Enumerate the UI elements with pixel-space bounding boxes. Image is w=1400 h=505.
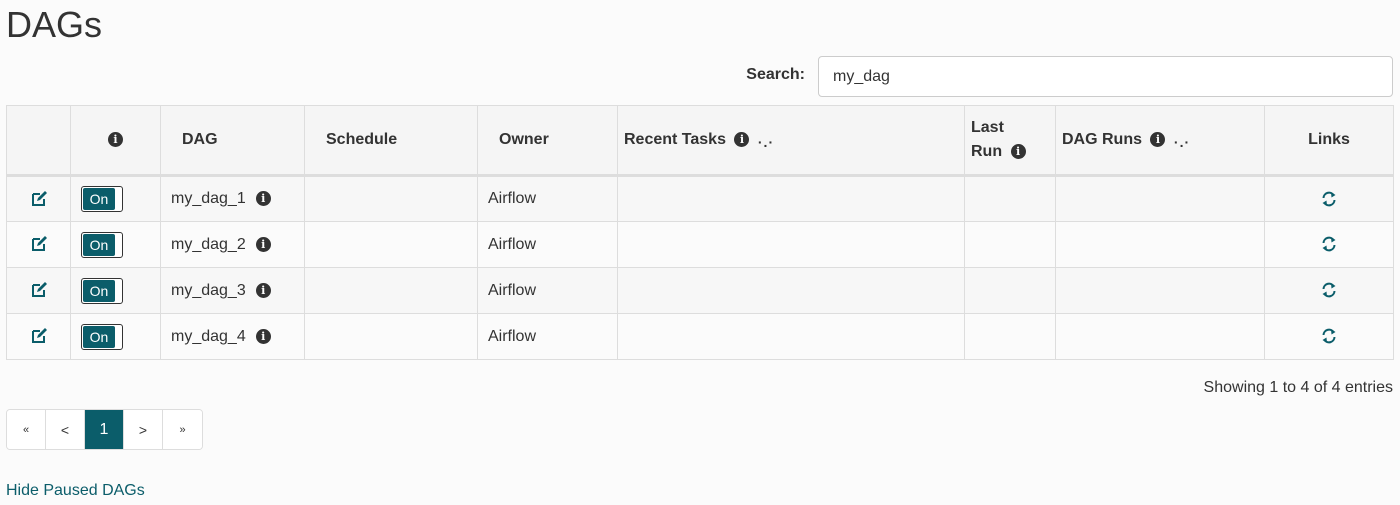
column-header-schedule[interactable]: Schedule bbox=[304, 105, 478, 177]
pause-toggle[interactable]: On bbox=[81, 231, 123, 258]
toggle-cell: On bbox=[70, 313, 161, 360]
dag-runs-cell bbox=[1055, 221, 1265, 268]
dags-table: i DAG Schedule Owner Recent Tasks i ·.· … bbox=[6, 105, 1394, 360]
info-icon[interactable]: i bbox=[255, 328, 271, 344]
pagination: « < 1 > » bbox=[6, 409, 203, 450]
pause-toggle[interactable]: On bbox=[81, 186, 123, 212]
edit-cell bbox=[6, 313, 71, 360]
schedule-cell bbox=[304, 175, 478, 222]
links-cell bbox=[1264, 221, 1394, 268]
links-cell bbox=[1264, 175, 1394, 222]
dag-cell: my_dag_2 i bbox=[160, 221, 305, 268]
refresh-icon[interactable] bbox=[1320, 235, 1338, 253]
refresh-icon[interactable] bbox=[1320, 190, 1338, 208]
schedule-cell bbox=[304, 267, 478, 314]
owner-cell: Airflow bbox=[477, 175, 618, 222]
recent-tasks-cell bbox=[617, 221, 965, 268]
pause-toggle[interactable]: On bbox=[81, 277, 123, 304]
table-row: On my_dag_1 i Airflow bbox=[6, 175, 1394, 222]
table-row: On my_dag_4 i Airflow bbox=[6, 313, 1394, 360]
dag-runs-cell bbox=[1055, 175, 1265, 222]
search-label: Search: bbox=[746, 66, 805, 83]
edit-icon[interactable] bbox=[30, 235, 48, 253]
loading-indicator-icon: ·.· bbox=[757, 133, 775, 150]
search-input[interactable] bbox=[818, 56, 1393, 97]
last-run-cell bbox=[964, 175, 1056, 222]
schedule-cell bbox=[304, 221, 478, 268]
edit-icon[interactable] bbox=[30, 190, 48, 208]
toggle-on-label: On bbox=[83, 279, 115, 302]
owner-cell: Airflow bbox=[477, 221, 618, 268]
column-header-dag-runs: DAG Runs i ·.· bbox=[1055, 105, 1265, 177]
entries-info: Showing 1 to 4 of 4 entries bbox=[1203, 379, 1393, 396]
dag-name-link[interactable]: my_dag_2 bbox=[171, 236, 246, 253]
owner-cell: Airflow bbox=[477, 313, 618, 360]
column-header-dag[interactable]: DAG bbox=[160, 105, 305, 177]
refresh-icon[interactable] bbox=[1320, 327, 1338, 345]
search-row: Search: bbox=[0, 56, 1393, 97]
last-run-cell bbox=[964, 221, 1056, 268]
info-icon[interactable]: i bbox=[734, 131, 750, 147]
column-header-owner[interactable]: Owner bbox=[477, 105, 618, 177]
hide-paused-dags-link[interactable]: Hide Paused DAGs bbox=[6, 482, 145, 500]
toggle-on-label: On bbox=[83, 188, 115, 210]
toggle-cell: On bbox=[70, 267, 161, 314]
dag-cell: my_dag_1 i bbox=[160, 175, 305, 222]
toggle-on-label: On bbox=[83, 325, 115, 348]
info-icon[interactable]: i bbox=[255, 282, 271, 298]
dag-runs-cell bbox=[1055, 313, 1265, 360]
info-icon[interactable]: i bbox=[1150, 131, 1166, 147]
table-header-row: i DAG Schedule Owner Recent Tasks i ·.· … bbox=[6, 105, 1394, 177]
toggle-cell: On bbox=[70, 175, 161, 222]
last-run-cell bbox=[964, 313, 1056, 360]
last-run-cell bbox=[964, 267, 1056, 314]
refresh-icon[interactable] bbox=[1320, 281, 1338, 299]
dag-cell: my_dag_3 i bbox=[160, 267, 305, 314]
edit-icon[interactable] bbox=[30, 327, 48, 345]
edit-icon[interactable] bbox=[30, 281, 48, 299]
recent-tasks-cell bbox=[617, 313, 965, 360]
links-cell bbox=[1264, 313, 1394, 360]
info-icon[interactable]: i bbox=[255, 236, 271, 252]
column-header-recent-tasks: Recent Tasks i ·.· bbox=[617, 105, 965, 177]
pause-toggle[interactable]: On bbox=[81, 323, 123, 350]
owner-cell: Airflow bbox=[477, 267, 618, 314]
dag-name-link[interactable]: my_dag_4 bbox=[171, 328, 246, 345]
dag-name-link[interactable]: my_dag_3 bbox=[171, 282, 246, 299]
info-icon[interactable]: i bbox=[255, 191, 271, 206]
edit-cell bbox=[6, 267, 71, 314]
recent-tasks-cell bbox=[617, 267, 965, 314]
pagination-first-button[interactable]: « bbox=[7, 410, 46, 449]
dag-name-link[interactable]: my_dag_1 bbox=[171, 190, 246, 207]
table-row: On my_dag_2 i Airflow bbox=[6, 221, 1394, 268]
toggle-on-label: On bbox=[83, 233, 115, 256]
pagination-page-1[interactable]: 1 bbox=[85, 410, 124, 449]
column-header-links: Links bbox=[1264, 105, 1394, 177]
schedule-cell bbox=[304, 313, 478, 360]
pagination-last-button[interactable]: » bbox=[163, 410, 202, 449]
edit-cell bbox=[6, 175, 71, 222]
page-title: DAGs bbox=[6, 4, 103, 45]
recent-tasks-cell bbox=[617, 175, 965, 222]
table-row: On my_dag_3 i Airflow bbox=[6, 267, 1394, 314]
dag-cell: my_dag_4 i bbox=[160, 313, 305, 360]
links-cell bbox=[1264, 267, 1394, 314]
info-icon[interactable]: i bbox=[1010, 144, 1026, 159]
pagination-next-button[interactable]: > bbox=[124, 410, 163, 449]
column-header-last-run: Last Run i bbox=[964, 105, 1056, 177]
info-icon[interactable]: i bbox=[108, 132, 123, 147]
column-header-edit bbox=[6, 105, 71, 177]
toggle-cell: On bbox=[70, 221, 161, 268]
column-header-toggle[interactable]: i bbox=[70, 105, 161, 177]
dag-runs-cell bbox=[1055, 267, 1265, 314]
edit-cell bbox=[6, 221, 71, 268]
pagination-prev-button[interactable]: < bbox=[46, 410, 85, 449]
loading-indicator-icon: ·.· bbox=[1173, 133, 1191, 150]
